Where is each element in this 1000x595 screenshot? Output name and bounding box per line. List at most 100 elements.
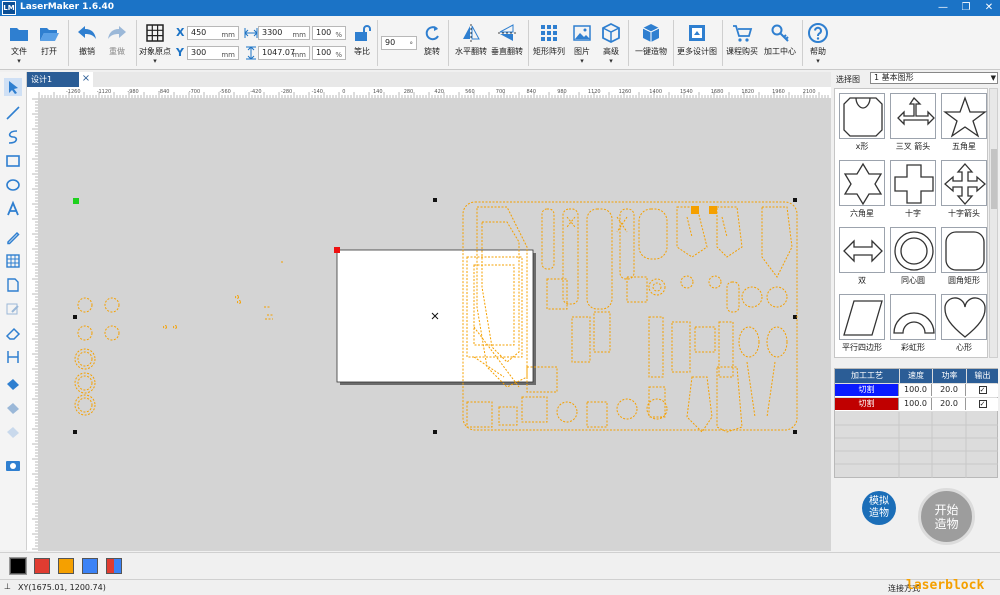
shape-item[interactable]: 同心圆	[888, 225, 938, 291]
rect-array-button[interactable]: 矩形阵列	[532, 18, 566, 68]
ruler-label: 1960	[772, 89, 785, 95]
toolbar-divider	[136, 20, 137, 66]
array-icon	[541, 25, 557, 41]
ruler-label: 140	[373, 89, 383, 95]
shape-item[interactable]: 双	[837, 225, 887, 291]
layer-power[interactable]: 20.0	[933, 384, 966, 396]
layer-speed[interactable]: 100.0	[900, 398, 932, 410]
file-button[interactable]: 文件 ▾	[6, 18, 32, 68]
color-swatch-orange[interactable]	[58, 558, 74, 574]
concentric-circle-icon	[894, 231, 934, 271]
pen-tool-icon[interactable]	[4, 228, 22, 246]
shape-item[interactable]: x形	[837, 91, 887, 157]
color-palette-bar	[0, 552, 1000, 579]
shape-item[interactable]: 六角星	[837, 158, 887, 224]
ruler-label: 1820	[741, 89, 754, 95]
right-panel: 选择图 1 基本图形 ▼ x形 三叉 箭头 五角星 六角星 十字 十字箭头双 同心圆 圆角矩形…	[832, 72, 1000, 551]
one-click-create-button[interactable]: 一键造物	[632, 18, 670, 68]
height-percent-field[interactable]: 100%	[312, 46, 346, 60]
color-swatch-black[interactable]	[9, 557, 27, 575]
design-canvas[interactable]: -1260 -1120 -980 -840 -700 -560 -420 -280 -140 0 1…	[27, 87, 846, 551]
restore-icon[interactable]: ❐	[955, 0, 977, 16]
more-designs-button[interactable]: 更多设计图	[674, 18, 720, 68]
edit-node-icon[interactable]	[4, 300, 22, 318]
measure-tool-icon[interactable]	[4, 348, 22, 366]
ruler-label: -700	[189, 89, 200, 95]
shape-library-dropdown[interactable]: 1 基本图形 ▼	[870, 72, 998, 84]
table-tool-icon[interactable]	[4, 252, 22, 270]
advanced-button[interactable]: 高级 ▾	[598, 18, 624, 68]
rotate-button[interactable]: 旋转	[420, 18, 444, 68]
double-arrow-icon	[843, 239, 883, 263]
shape-grid-scrollbar[interactable]	[989, 88, 998, 358]
one-click-create-label: 一键造物	[635, 47, 667, 56]
width-percent-field[interactable]: 100%	[312, 26, 346, 40]
image-label: 图片	[574, 47, 590, 56]
header-speed: 速度	[900, 369, 932, 383]
layer-row[interactable]: 切割 100.0 20.0 ✓	[835, 398, 998, 411]
buy-course-button[interactable]: 课程购买	[724, 18, 760, 68]
trim-tool-icon[interactable]	[4, 424, 22, 442]
ellipse-tool-icon[interactable]	[4, 176, 22, 194]
tab-close-icon[interactable]: ×	[79, 72, 93, 87]
five-point-star-icon	[943, 96, 987, 138]
layer-table: 加工工艺 速度 功率 输出 切割 100.0 20.0 ✓ 切割 100.0 2…	[834, 368, 998, 478]
camera-tool-icon[interactable]	[4, 456, 22, 474]
layer-power[interactable]: 20.0	[933, 398, 966, 410]
layer-process[interactable]: 切割	[835, 384, 899, 396]
redo-button[interactable]: 重做	[104, 18, 130, 68]
buy-course-label: 课程购买	[726, 47, 758, 56]
shape-item[interactable]: 心形	[939, 292, 989, 358]
reference-point-button[interactable]: 对象原点 ▾	[138, 18, 172, 68]
flip-horizontal-button[interactable]: 水平翻转	[454, 18, 488, 68]
rectangle-tool-icon[interactable]	[4, 152, 22, 170]
chevron-down-icon: ▼	[990, 74, 996, 82]
layer-process[interactable]: 切割	[835, 398, 899, 410]
select-arrow-icon[interactable]	[4, 78, 22, 96]
layer-speed[interactable]: 100.0	[900, 384, 932, 396]
color-swatch-multi[interactable]	[106, 558, 122, 574]
curve-tool-icon[interactable]	[4, 128, 22, 146]
text-tool-icon[interactable]	[4, 200, 22, 218]
app-logo: LM	[2, 1, 16, 15]
rotate-angle-field[interactable]: 90 °	[381, 36, 417, 50]
eraser-tool-icon[interactable]	[4, 324, 22, 342]
shape-item[interactable]: 平行四边形	[837, 292, 887, 358]
color-swatch-red[interactable]	[34, 558, 50, 574]
layer-output-checkbox[interactable]: ✓	[967, 398, 998, 410]
layer-output-checkbox[interactable]: ✓	[967, 384, 998, 396]
page-tool-icon[interactable]	[4, 276, 22, 294]
y-position-field[interactable]: 300 mm	[187, 46, 239, 60]
width-field[interactable]: 3300 mm	[258, 26, 310, 40]
ruler-label: -840	[158, 89, 169, 95]
start-button[interactable]: 开始 造物	[918, 488, 975, 545]
layer-row[interactable]: 切割 100.0 20.0 ✓	[835, 384, 998, 397]
x-position-field[interactable]: 450 mm	[187, 26, 239, 40]
shape-item[interactable]: 五角星	[939, 91, 989, 157]
lock-ratio-button[interactable]: 等比	[350, 18, 374, 68]
lock-ratio-label: 等比	[354, 47, 370, 56]
undo-button[interactable]: 撤销	[74, 18, 100, 68]
process-center-button[interactable]: 加工中心	[762, 18, 798, 68]
flip-vertical-button[interactable]: 垂直翻转	[490, 18, 524, 68]
folder-icon	[10, 28, 28, 41]
toolbar-divider	[722, 20, 723, 66]
shape-item[interactable]: 十字箭头	[939, 158, 989, 224]
line-tool-icon[interactable]	[4, 104, 22, 122]
close-icon[interactable]: ✕	[978, 0, 1000, 16]
weld-tool-icon[interactable]	[4, 400, 22, 418]
open-button[interactable]: 打开	[36, 18, 62, 68]
shape-item[interactable]: 圆角矩形	[939, 225, 989, 291]
shape-item[interactable]: 三叉 箭头	[888, 91, 938, 157]
color-swatch-blue[interactable]	[82, 558, 98, 574]
help-button[interactable]: 帮助 ▾	[806, 18, 830, 68]
shape-item[interactable]: 彩虹形	[888, 292, 938, 358]
undo-label: 撤销	[79, 47, 95, 56]
height-field[interactable]: 1047.07 mm	[258, 46, 310, 60]
fill-tool-icon[interactable]	[4, 376, 22, 394]
flip-vertical-icon	[498, 24, 516, 41]
shape-item[interactable]: 十字	[888, 158, 938, 224]
simulate-button[interactable]: 模拟 造物	[862, 491, 896, 525]
image-button[interactable]: 图片 ▾	[570, 18, 594, 68]
minimize-icon[interactable]: —	[932, 0, 954, 16]
